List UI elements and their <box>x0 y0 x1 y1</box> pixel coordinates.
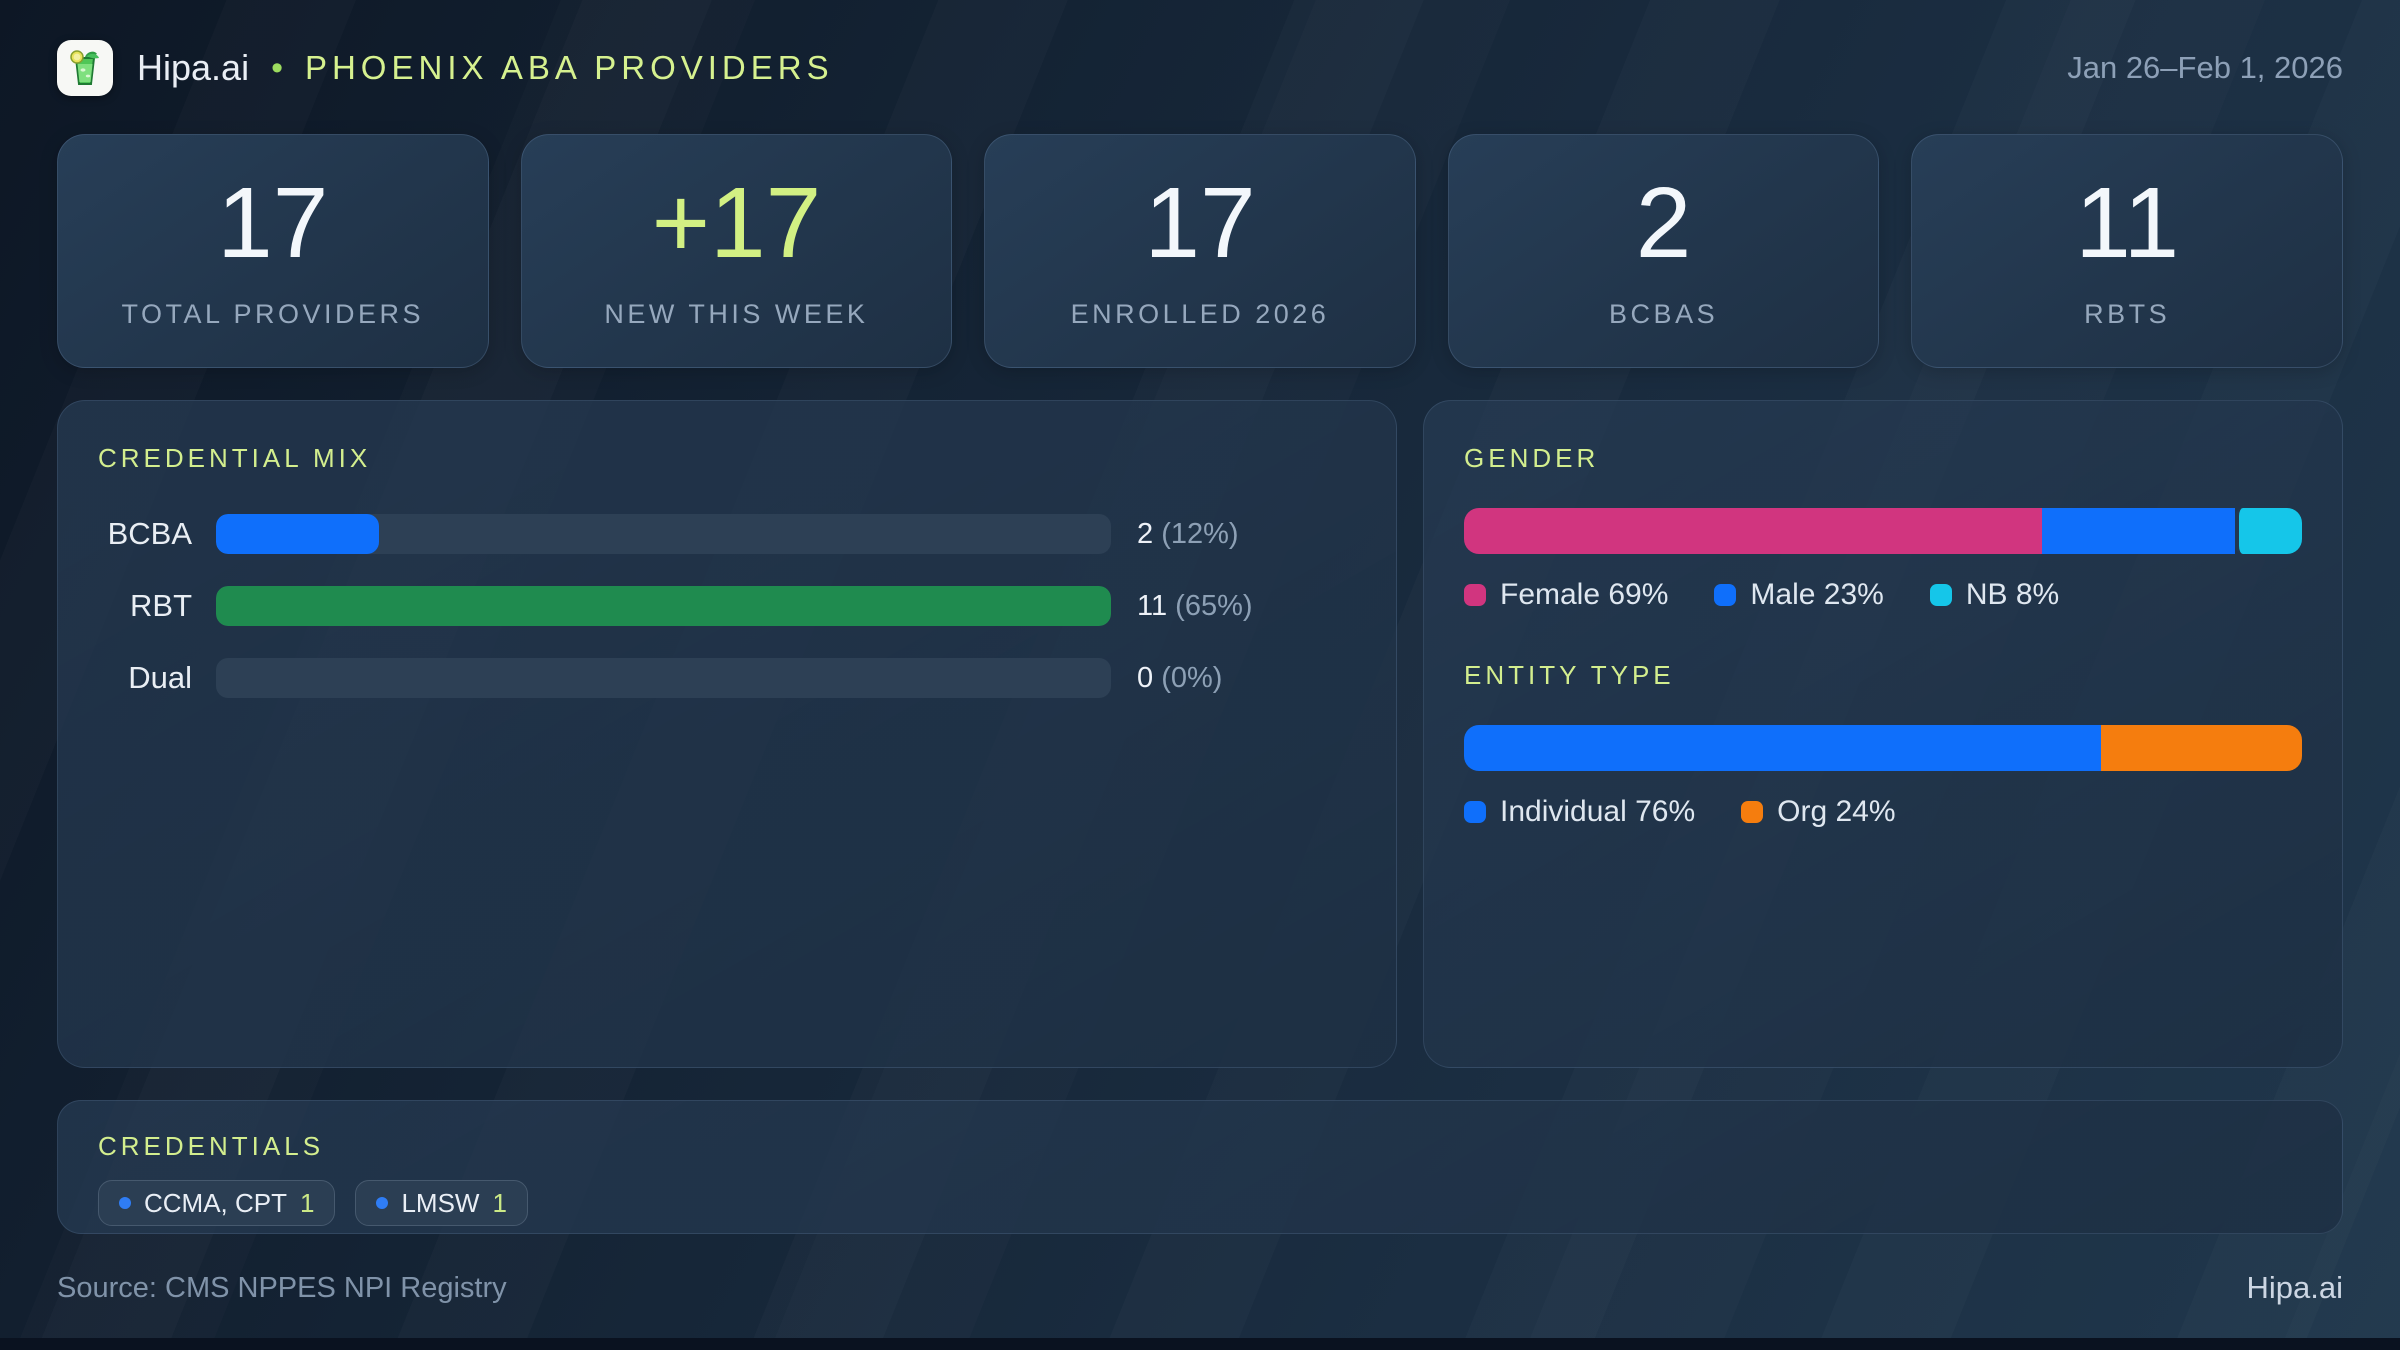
footer-brand: Hipa.ai <box>2246 1270 2344 1305</box>
report-title: PHOENIX ABA PROVIDERS <box>304 49 834 86</box>
bullet-dot-icon <box>376 1197 389 1209</box>
credential-mix-title: CREDENTIAL MIX <box>98 443 372 473</box>
segment-nb <box>2234 508 2302 554</box>
credential-mix-panel: CREDENTIAL MIX BCBA 2 (12%) RBT 11 (65%)… <box>57 400 1397 1068</box>
segment-female <box>1464 508 2043 554</box>
kpi-value: 17 <box>217 166 329 279</box>
credentials-title: CREDENTIALS <box>98 1131 325 1161</box>
bottom-edge-strip <box>0 1338 2400 1350</box>
segment-individual <box>1464 725 2101 771</box>
bar-fill-bcba <box>216 514 379 554</box>
source-attribution: Source: CMS NPPES NPI Registry <box>57 1271 507 1304</box>
bar-value: 0 (0%) <box>1137 661 1223 694</box>
bar-value: 2 (12%) <box>1137 517 1239 550</box>
credential-chips: CCMA, CPT 1 LMSW 1 <box>98 1180 2302 1226</box>
kpi-value: 2 <box>1635 166 1692 279</box>
kpi-row: 17 TOTAL PROVIDERS +17 NEW THIS WEEK 17 … <box>57 134 2343 368</box>
bar-label: Dual <box>128 660 192 695</box>
kpi-label: BCBAS <box>1609 298 1719 329</box>
gender-title: GENDER <box>1464 443 1600 473</box>
kpi-card-rbts: 11 RBTS <box>1911 134 2343 368</box>
entity-type-legend: Individual 76% Org 24% <box>1464 795 2302 829</box>
kpi-label: RBTS <box>2084 298 2171 329</box>
legend-item-nb: NB 8% <box>1929 578 2059 612</box>
kpi-value: 11 <box>2075 166 2180 279</box>
separator-dot-icon: • <box>271 48 283 87</box>
kpi-label: ENROLLED 2026 <box>1070 298 1330 329</box>
header: Hipa.ai • PHOENIX ABA PROVIDERS Jan 26–F… <box>57 38 2343 98</box>
legend-item-female: Female 69% <box>1464 578 1668 612</box>
bar-track <box>216 514 1111 554</box>
bar-row-bcba: BCBA 2 (12%) <box>98 514 1356 554</box>
male-swatch-icon <box>1714 584 1737 606</box>
entity-type-stacked-bar <box>1464 725 2302 771</box>
bar-label: RBT <box>130 588 192 623</box>
bar-fill-rbt <box>216 586 1111 626</box>
kpi-card-bcbas: 2 BCBAS <box>1447 134 1880 368</box>
kpi-label: TOTAL PROVIDERS <box>121 298 425 329</box>
kpi-card-total-providers: 17 TOTAL PROVIDERS <box>57 134 489 368</box>
kpi-card-enrolled: 17 ENROLLED 2026 <box>984 134 1416 368</box>
kpi-card-new-this-week: +17 NEW THIS WEEK <box>520 134 953 368</box>
kpi-value: 17 <box>1144 166 1256 279</box>
main-panels: CREDENTIAL MIX BCBA 2 (12%) RBT 11 (65%)… <box>57 400 2343 1068</box>
bullet-dot-icon <box>119 1197 131 1209</box>
credential-chip-ccma-cpt: CCMA, CPT 1 <box>98 1180 336 1226</box>
mojito-icon <box>70 50 99 85</box>
bar-label: BCBA <box>107 516 192 551</box>
bar-track <box>216 586 1111 626</box>
nb-swatch-icon <box>1929 584 1952 606</box>
legend-item-individual: Individual 76% <box>1464 795 1695 829</box>
bar-row-rbt: RBT 11 (65%) <box>98 586 1356 626</box>
bar-value: 11 (65%) <box>1137 589 1253 622</box>
kpi-label: NEW THIS WEEK <box>604 298 869 329</box>
org-swatch-icon <box>1741 801 1764 823</box>
dashboard-page: Hipa.ai • PHOENIX ABA PROVIDERS Jan 26–F… <box>0 0 2400 1350</box>
credential-chip-lmsw: LMSW 1 <box>355 1180 528 1226</box>
individual-swatch-icon <box>1464 801 1486 823</box>
kpi-value: +17 <box>651 166 822 279</box>
footer: Source: CMS NPPES NPI Registry Hipa.ai <box>57 1270 2343 1306</box>
gender-stacked-bar <box>1464 508 2302 554</box>
bar-row-dual: Dual 0 (0%) <box>98 658 1356 698</box>
credential-mix-chart: BCBA 2 (12%) RBT 11 (65%) Dual 0 (0%) <box>98 514 1356 698</box>
bar-track <box>216 658 1111 698</box>
segment-org <box>2100 725 2302 771</box>
female-swatch-icon <box>1464 584 1486 606</box>
app-logo <box>57 40 113 96</box>
date-range: Jan 26–Feb 1, 2026 <box>2067 50 2343 85</box>
brand-name: Hipa.ai <box>137 47 250 88</box>
credentials-panel: CREDENTIALS CCMA, CPT 1 LMSW 1 <box>57 1100 2343 1234</box>
gender-legend: Female 69% Male 23% NB 8% <box>1464 578 2302 612</box>
demographics-panel: GENDER Female 69% Male 23% NB 8% ENTITY … <box>1423 400 2343 1068</box>
legend-item-org: Org 24% <box>1741 795 1896 829</box>
entity-type-title: ENTITY TYPE <box>1464 660 1675 690</box>
legend-item-male: Male 23% <box>1714 578 1884 612</box>
segment-male <box>2042 508 2235 554</box>
